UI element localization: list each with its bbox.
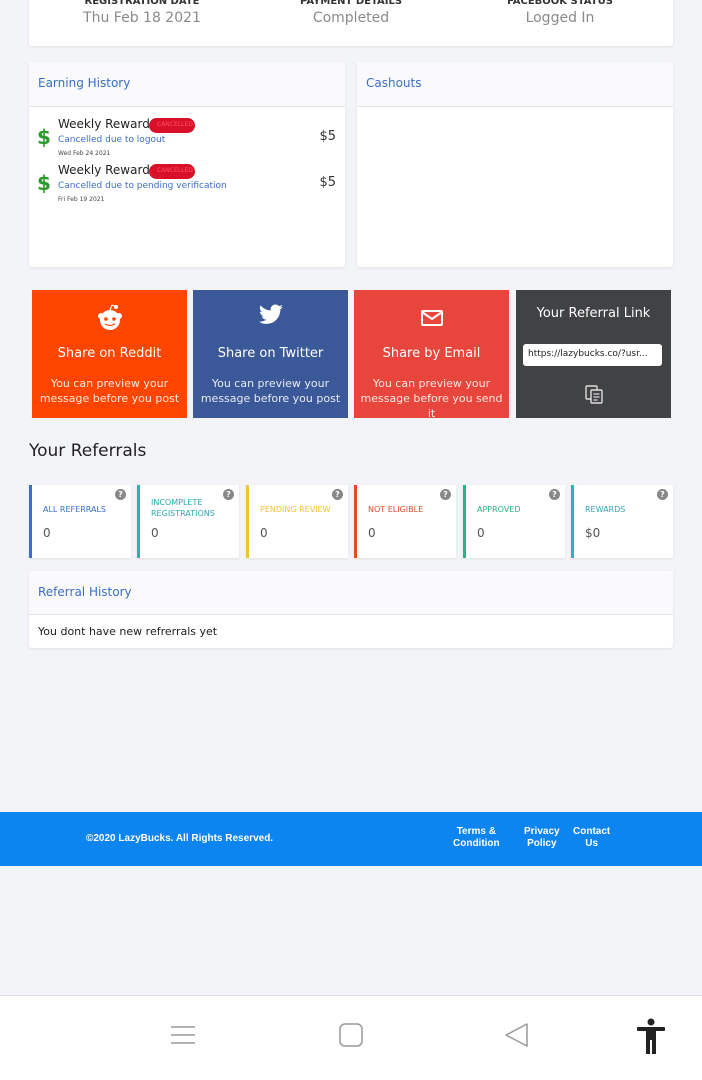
referral-link-tile: Your Referral Link https://lazybucks.co/…: [516, 290, 671, 418]
help-icon[interactable]: ?: [549, 489, 560, 500]
stat-label: INCOMPLETE REGISTRATIONS: [151, 498, 215, 518]
dollar-icon: $: [37, 125, 51, 149]
system-nav-bar: [0, 995, 702, 1080]
home-icon[interactable]: [338, 1022, 364, 1052]
privacy-link[interactable]: Privacy Policy: [524, 826, 560, 850]
stat-value: 0: [368, 526, 376, 540]
stat-value: $0: [585, 526, 601, 540]
share-reddit-desc: You can preview your message before you …: [39, 377, 180, 405]
stat-value: 0: [151, 526, 159, 540]
payment-details: PAYMENT DETAILS Completed: [244, 0, 458, 26]
stat-value: 0: [477, 526, 485, 540]
twitter-icon: [193, 304, 348, 330]
payment-details-value: Completed: [312, 10, 390, 26]
share-email-desc: You can preview your message before you …: [360, 377, 503, 420]
accessibility-icon[interactable]: [636, 1018, 666, 1058]
terms-link-line2: Condition: [453, 838, 500, 849]
stat-not-eligible: ? NOT ELIGIBLE 0: [354, 485, 456, 558]
referral-history-panel: Referral History You dont have new refre…: [29, 571, 673, 648]
recent-apps-icon[interactable]: [170, 1022, 196, 1052]
share-reddit-title: Share on Reddit: [57, 346, 162, 361]
earning-item-date: Fri Feb 19 2021: [58, 196, 105, 203]
privacy-link-line2: Policy: [527, 838, 557, 849]
registration-date-value: Thu Feb 18 2021: [83, 10, 201, 26]
help-icon[interactable]: ?: [657, 489, 668, 500]
earning-item-date: Wed Feb 24 2021: [58, 150, 111, 157]
help-icon[interactable]: ?: [332, 489, 343, 500]
terms-link-line1: Terms &: [456, 826, 496, 837]
stat-incomplete-registrations: ? INCOMPLETE REGISTRATIONS 0: [137, 485, 239, 558]
facebook-status: FACEBOOK STATUS Logged In: [453, 0, 667, 26]
share-twitter-title: Share on Twitter: [217, 346, 324, 361]
stat-pending-review: ? PENDING REVIEW 0: [246, 485, 348, 558]
cashouts-title: Cashouts: [357, 62, 673, 107]
share-email-button[interactable]: Share by Email You can preview your mess…: [354, 290, 509, 420]
contact-link-line2: Us: [585, 838, 599, 849]
earning-item-reason: Cancelled due to pending verification: [58, 181, 227, 191]
registration-date: REGISTRATION DATE Thu Feb 18 2021: [35, 0, 249, 26]
referral-link-title: Your Referral Link: [536, 306, 651, 321]
referrals-section-title: Your Referrals: [29, 441, 147, 461]
help-icon[interactable]: ?: [115, 489, 126, 500]
facebook-status-value: Logged In: [525, 10, 595, 26]
earning-item-title: Weekly Reward: [58, 117, 150, 131]
contact-link[interactable]: Contact Us: [573, 826, 610, 850]
earning-history-title: Earning History: [29, 62, 345, 107]
share-twitter-button[interactable]: Share on Twitter You can preview your me…: [193, 290, 348, 418]
stat-label: APPROVED: [477, 505, 521, 514]
back-icon[interactable]: [503, 1022, 529, 1052]
terms-link[interactable]: Terms & Condition: [453, 826, 500, 850]
earning-item: $ Weekly Reward CANCELLED Cancelled due …: [29, 117, 345, 163]
stat-all-referrals: ? ALL REFERRALS 0: [29, 485, 131, 558]
stat-label: PENDING REVIEW: [260, 505, 331, 514]
dollar-icon: $: [37, 171, 51, 195]
status-badge: CANCELLED: [149, 118, 195, 133]
earning-item-amount: $5: [319, 129, 336, 144]
stat-approved: ? APPROVED 0: [463, 485, 565, 558]
referral-history-title: Referral History: [29, 571, 673, 615]
stat-label: REWARDS: [585, 505, 626, 514]
footer: ©2020 LazyBucks. All Rights Reserved. Te…: [0, 812, 702, 866]
earning-item: $ Weekly Reward CANCELLED Cancelled due …: [29, 163, 345, 209]
account-info-card: REGISTRATION DATE Thu Feb 18 2021 PAYMEN…: [29, 0, 673, 46]
facebook-status-label: FACEBOOK STATUS: [507, 0, 613, 7]
stat-value: 0: [260, 526, 268, 540]
share-twitter-desc: You can preview your message before you …: [200, 377, 341, 405]
stat-rewards: ? REWARDS $0: [571, 485, 673, 558]
stat-value: 0: [43, 526, 51, 540]
payment-details-label: PAYMENT DETAILS: [299, 0, 403, 7]
status-badge: CANCELLED: [149, 164, 195, 179]
registration-date-label: REGISTRATION DATE: [84, 0, 200, 7]
footer-copyright: ©2020 LazyBucks. All Rights Reserved.: [86, 833, 274, 844]
privacy-link-line1: Privacy: [524, 826, 560, 837]
reddit-icon: [32, 304, 187, 330]
share-reddit-button[interactable]: Share on Reddit You can preview your mes…: [32, 290, 187, 418]
referral-history-empty: You dont have new refrerrals yet: [38, 625, 218, 638]
help-icon[interactable]: ?: [440, 489, 451, 500]
share-email-title: Share by Email: [382, 346, 481, 361]
stat-label: NOT ELIGIBLE: [368, 505, 424, 514]
copy-icon[interactable]: [584, 384, 604, 408]
mail-icon: [354, 304, 509, 330]
stat-label: ALL REFERRALS: [43, 505, 106, 514]
earning-item-title: Weekly Reward: [58, 163, 150, 177]
earning-item-reason: Cancelled due to logout: [58, 135, 166, 145]
cashouts-panel: Cashouts: [357, 62, 673, 267]
referral-link-field[interactable]: https://lazybucks.co/?usr...: [523, 344, 662, 366]
earning-item-amount: $5: [319, 175, 336, 190]
contact-link-line1: Contact: [573, 826, 611, 837]
earning-history-panel: Earning History $ Weekly Reward CANCELLE…: [29, 62, 345, 267]
